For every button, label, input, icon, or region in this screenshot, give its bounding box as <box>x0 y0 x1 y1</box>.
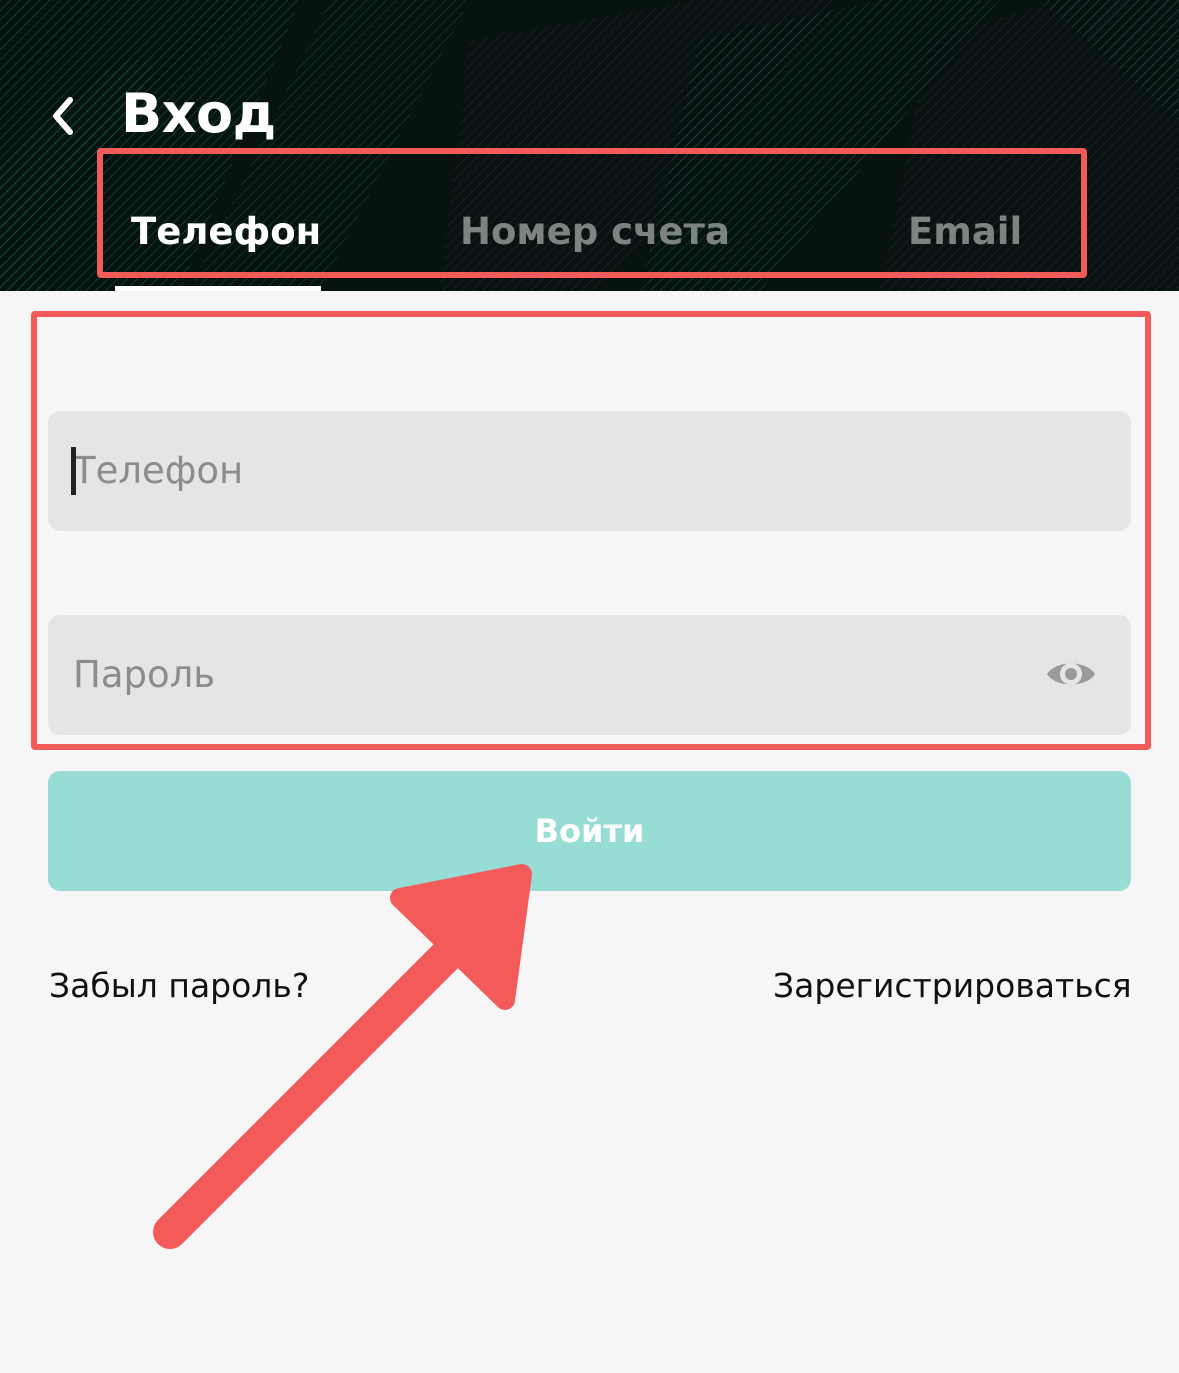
tab-account-number[interactable]: Номер счета <box>460 210 730 253</box>
eye-icon <box>1047 663 1095 685</box>
text-cursor <box>71 447 76 495</box>
page-title: Вход <box>121 82 276 145</box>
password-input[interactable]: Пароль <box>48 615 1131 735</box>
phone-input[interactable]: Телефон <box>48 411 1131 531</box>
tab-email[interactable]: Email <box>908 210 1022 253</box>
login-button[interactable]: Войти <box>48 771 1131 891</box>
show-password-button[interactable] <box>1043 652 1099 696</box>
active-tab-indicator <box>115 286 321 291</box>
register-link[interactable]: Зарегистрироваться <box>773 966 1132 1005</box>
chevron-left-icon <box>53 97 73 135</box>
app-header: Вход Телефон Номер счета Email <box>0 0 1179 291</box>
forgot-password-link[interactable]: Забыл пароль? <box>49 966 309 1005</box>
password-placeholder: Пароль <box>73 653 216 696</box>
tab-phone[interactable]: Телефон <box>131 210 321 253</box>
login-button-label: Войти <box>534 812 645 850</box>
back-button[interactable] <box>38 88 88 144</box>
phone-placeholder: Телефон <box>73 449 244 492</box>
